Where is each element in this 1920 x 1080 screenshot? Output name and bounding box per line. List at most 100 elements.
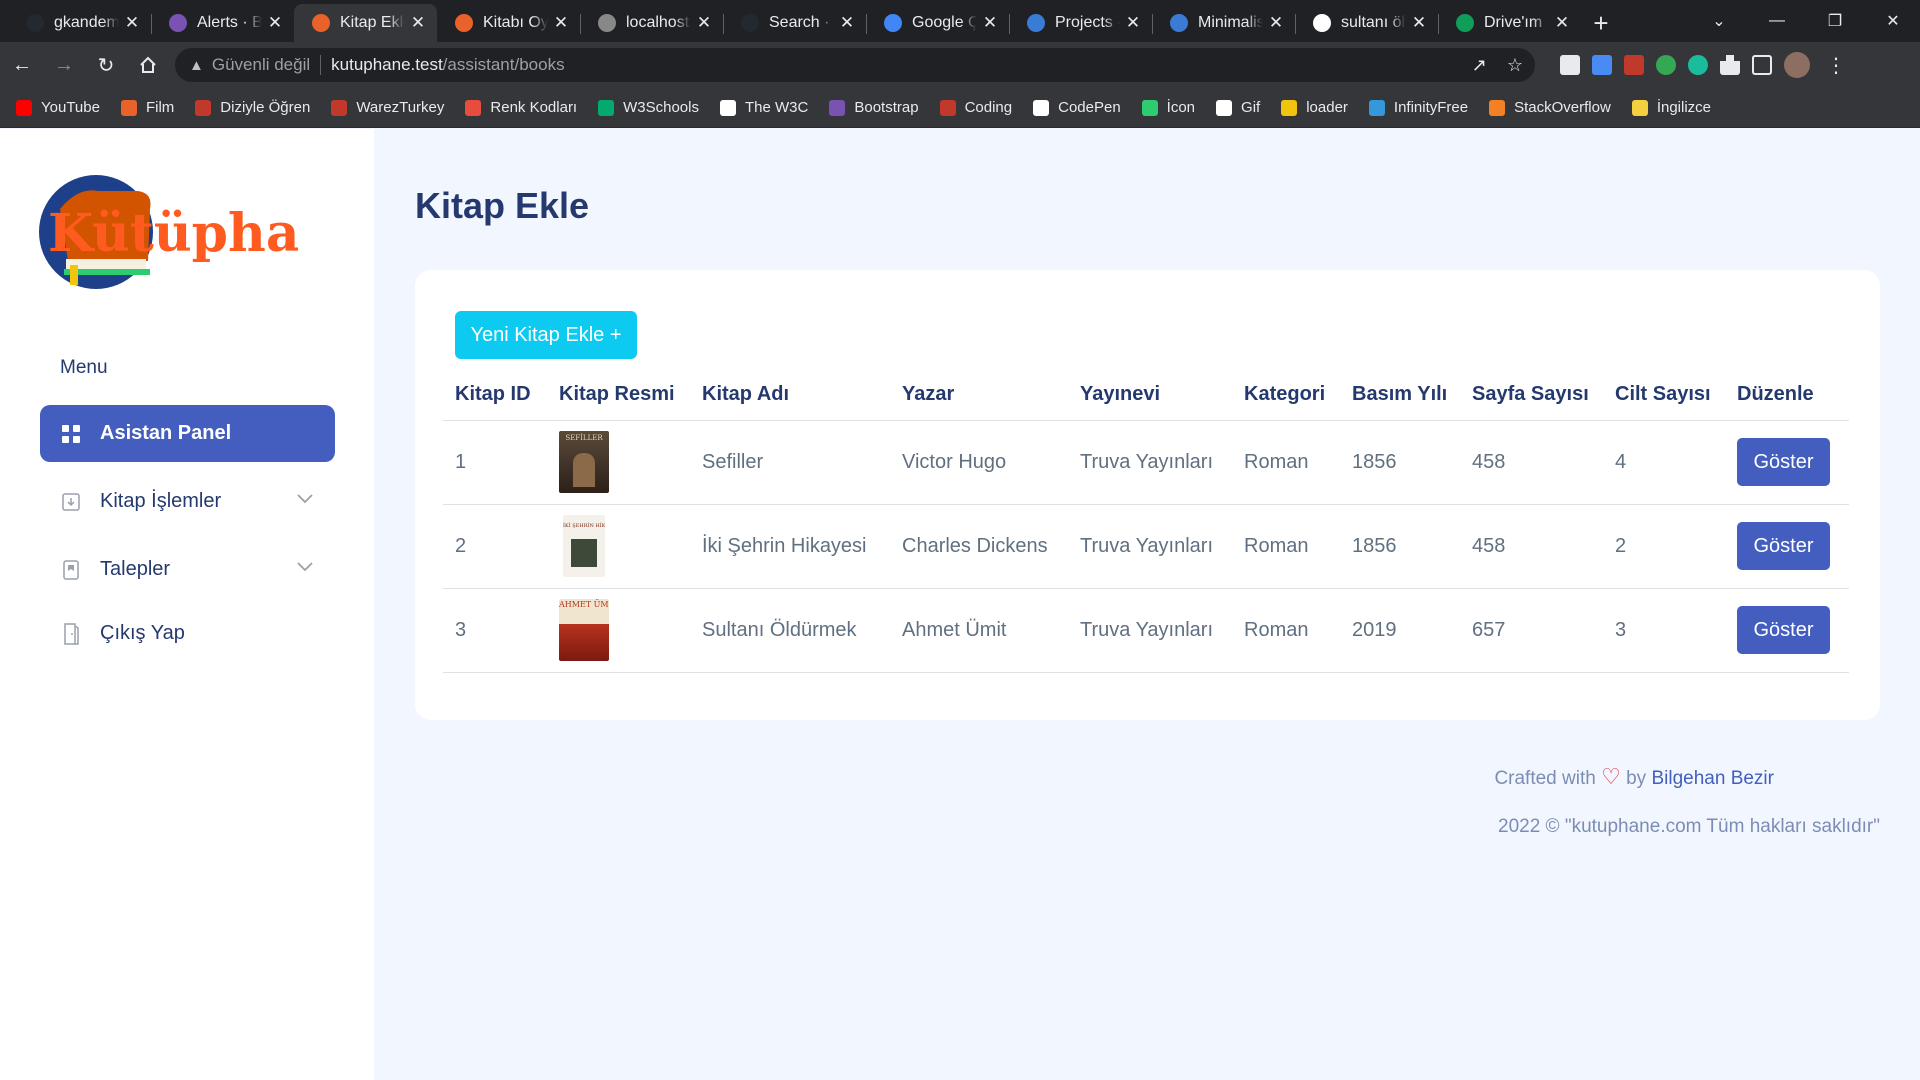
browser-tab[interactable]: Projects - ✕ xyxy=(1009,4,1152,42)
column-header: Sayfa Sayısı xyxy=(1460,370,1603,421)
tab-search-icon[interactable]: ⌄ xyxy=(1690,11,1748,31)
sidebar-item-label: Kitap İşlemler xyxy=(100,490,222,512)
book-cover-image: AHMET ÜMİT xyxy=(559,599,609,661)
tab-favicon-icon xyxy=(1170,14,1188,32)
browser-tab[interactable]: Search · f ✕ xyxy=(723,4,866,42)
puzzle-icon[interactable] xyxy=(1720,55,1740,75)
close-tab-icon[interactable]: ✕ xyxy=(409,13,427,33)
close-tab-icon[interactable]: ✕ xyxy=(123,13,141,33)
book-category: Roman xyxy=(1232,588,1340,673)
bookmark-item[interactable]: Coding xyxy=(939,99,1012,116)
action-cell: Göster xyxy=(1725,420,1849,505)
bookmark-favicon-icon xyxy=(598,99,615,116)
bookmark-label: InfinityFree xyxy=(1393,99,1469,116)
close-window-icon[interactable]: ✕ xyxy=(1864,11,1920,31)
browser-tab[interactable]: Kitap Ekle ✕ xyxy=(294,4,437,42)
extension-b-icon[interactable] xyxy=(1560,55,1580,75)
sidebar-item-kitap-islemler[interactable]: Kitap İşlemler xyxy=(40,473,335,530)
book-cover-text: AHMET ÜMİT xyxy=(559,600,609,609)
color-extension-icon[interactable] xyxy=(1656,55,1676,75)
book-id: 3 xyxy=(443,588,547,673)
close-tab-icon[interactable]: ✕ xyxy=(1553,13,1571,33)
extension-c-icon[interactable] xyxy=(1688,55,1708,75)
bookmark-item[interactable]: Diziyle Öğren xyxy=(195,99,310,116)
bookmark-item[interactable]: The W3C xyxy=(719,99,808,116)
add-book-button[interactable]: Yeni Kitap Ekle + xyxy=(455,311,637,359)
bookmark-favicon-icon xyxy=(939,99,956,116)
table-header-row: Kitap ID Kitap Resmi Kitap Adı Yazar Yay… xyxy=(443,370,1849,421)
chevron-down-icon[interactable] xyxy=(297,559,313,577)
home-icon[interactable] xyxy=(128,45,168,85)
bookmark-star-icon[interactable]: ☆ xyxy=(1507,55,1523,76)
browser-tab[interactable]: Kitabı Oyla✕ xyxy=(437,4,580,42)
bookmark-item[interactable]: W3Schools xyxy=(598,99,699,116)
translate-extension-icon[interactable] xyxy=(1592,55,1612,75)
chevron-down-icon[interactable] xyxy=(297,491,313,509)
bookmark-item[interactable]: İngilizce xyxy=(1631,99,1711,116)
back-icon[interactable]: ← xyxy=(2,45,42,85)
browser-tab[interactable]: localhost ✕ xyxy=(580,4,723,42)
close-tab-icon[interactable]: ✕ xyxy=(695,13,713,33)
forward-icon[interactable]: → xyxy=(44,45,84,85)
bookmark-item[interactable]: Bootstrap xyxy=(829,99,919,116)
bookmark-item[interactable]: Gif xyxy=(1216,99,1260,116)
reload-icon[interactable]: ↻ xyxy=(86,45,126,85)
bookmark-item[interactable]: İcon xyxy=(1141,99,1195,116)
show-button[interactable]: Göster xyxy=(1737,606,1830,654)
bookmark-item[interactable]: YouTube xyxy=(16,99,100,116)
bookmark-label: StackOverflow xyxy=(1514,99,1611,116)
show-button[interactable]: Göster xyxy=(1737,522,1830,570)
share-icon[interactable]: ↗ xyxy=(1472,55,1487,76)
bookmark-favicon-icon xyxy=(465,99,482,116)
browser-tab[interactable]: Google Çeviri✕ xyxy=(866,4,1009,42)
browser-tab[interactable]: Drive'ım ✕ xyxy=(1438,4,1581,42)
security-label[interactable]: Güvenli değil xyxy=(212,55,310,75)
sidebar-item-asistan-panel[interactable]: Asistan Panel xyxy=(40,405,335,462)
book-author: Ahmet Ümit xyxy=(890,588,1068,673)
browser-tab[interactable]: Minimalist ✕ xyxy=(1152,4,1295,42)
bookmark-label: Renk Kodları xyxy=(490,99,578,116)
minimize-icon[interactable]: — xyxy=(1748,12,1806,30)
ublock-icon[interactable] xyxy=(1624,55,1644,75)
browser-tab[interactable]: sultanı öl ✕ xyxy=(1295,4,1438,42)
address-bar[interactable]: ▲ Güvenli değil kutuphane.test/assistant… xyxy=(175,48,1535,82)
sidebar-item-cikis-yap[interactable]: Çıkış Yap xyxy=(40,605,335,662)
profile-avatar[interactable] xyxy=(1784,52,1810,78)
bookmark-item[interactable]: Film xyxy=(120,99,174,116)
side-panel-icon[interactable] xyxy=(1752,55,1772,75)
book-id: 2 xyxy=(443,504,547,589)
maximize-icon[interactable]: ❐ xyxy=(1806,11,1864,31)
close-tab-icon[interactable]: ✕ xyxy=(1124,13,1142,33)
show-button[interactable]: Göster xyxy=(1737,438,1830,486)
close-tab-icon[interactable]: ✕ xyxy=(838,13,856,33)
sidebar-item-talepler[interactable]: Talepler xyxy=(40,541,335,598)
page-title: Kitap Ekle xyxy=(415,185,590,226)
bookmark-label: WarezTurkey xyxy=(356,99,445,116)
warning-icon[interactable]: ▲ xyxy=(189,57,204,74)
browser-tab[interactable]: gkandemir✕ xyxy=(8,4,151,42)
bookmark-item[interactable]: StackOverflow xyxy=(1489,99,1611,116)
bookmark-item[interactable]: Renk Kodları xyxy=(465,99,577,116)
author-link[interactable]: Bilgehan Bezir xyxy=(1651,768,1774,789)
bookmark-item[interactable]: CodePen xyxy=(1033,99,1121,116)
close-tab-icon[interactable]: ✕ xyxy=(266,13,284,33)
books-table: Kitap ID Kitap Resmi Kitap Adı Yazar Yay… xyxy=(443,370,1849,673)
action-cell: Göster xyxy=(1725,504,1849,589)
browser-tab[interactable]: Alerts · Bootstrap✕ xyxy=(151,4,294,42)
tab-favicon-icon xyxy=(26,14,44,32)
heart-icon: ♡ xyxy=(1601,764,1621,789)
book-pages: 458 xyxy=(1460,504,1603,589)
close-tab-icon[interactable]: ✕ xyxy=(1410,13,1428,33)
book-year: 1856 xyxy=(1340,420,1460,505)
action-cell: Göster xyxy=(1725,588,1849,673)
menu-dots-icon[interactable]: ⋮ xyxy=(1826,53,1846,78)
bookmark-item[interactable]: loader xyxy=(1281,99,1348,116)
footer-by-text: by xyxy=(1626,768,1647,789)
new-tab-button[interactable]: + xyxy=(1581,4,1621,42)
close-tab-icon[interactable]: ✕ xyxy=(1267,13,1285,33)
close-tab-icon[interactable]: ✕ xyxy=(552,13,570,33)
close-tab-icon[interactable]: ✕ xyxy=(981,13,999,33)
bookmark-item[interactable]: InfinityFree xyxy=(1368,99,1469,116)
bookmark-item[interactable]: WarezTurkey xyxy=(331,99,444,116)
logo[interactable]: Kütüphane xyxy=(38,169,370,299)
